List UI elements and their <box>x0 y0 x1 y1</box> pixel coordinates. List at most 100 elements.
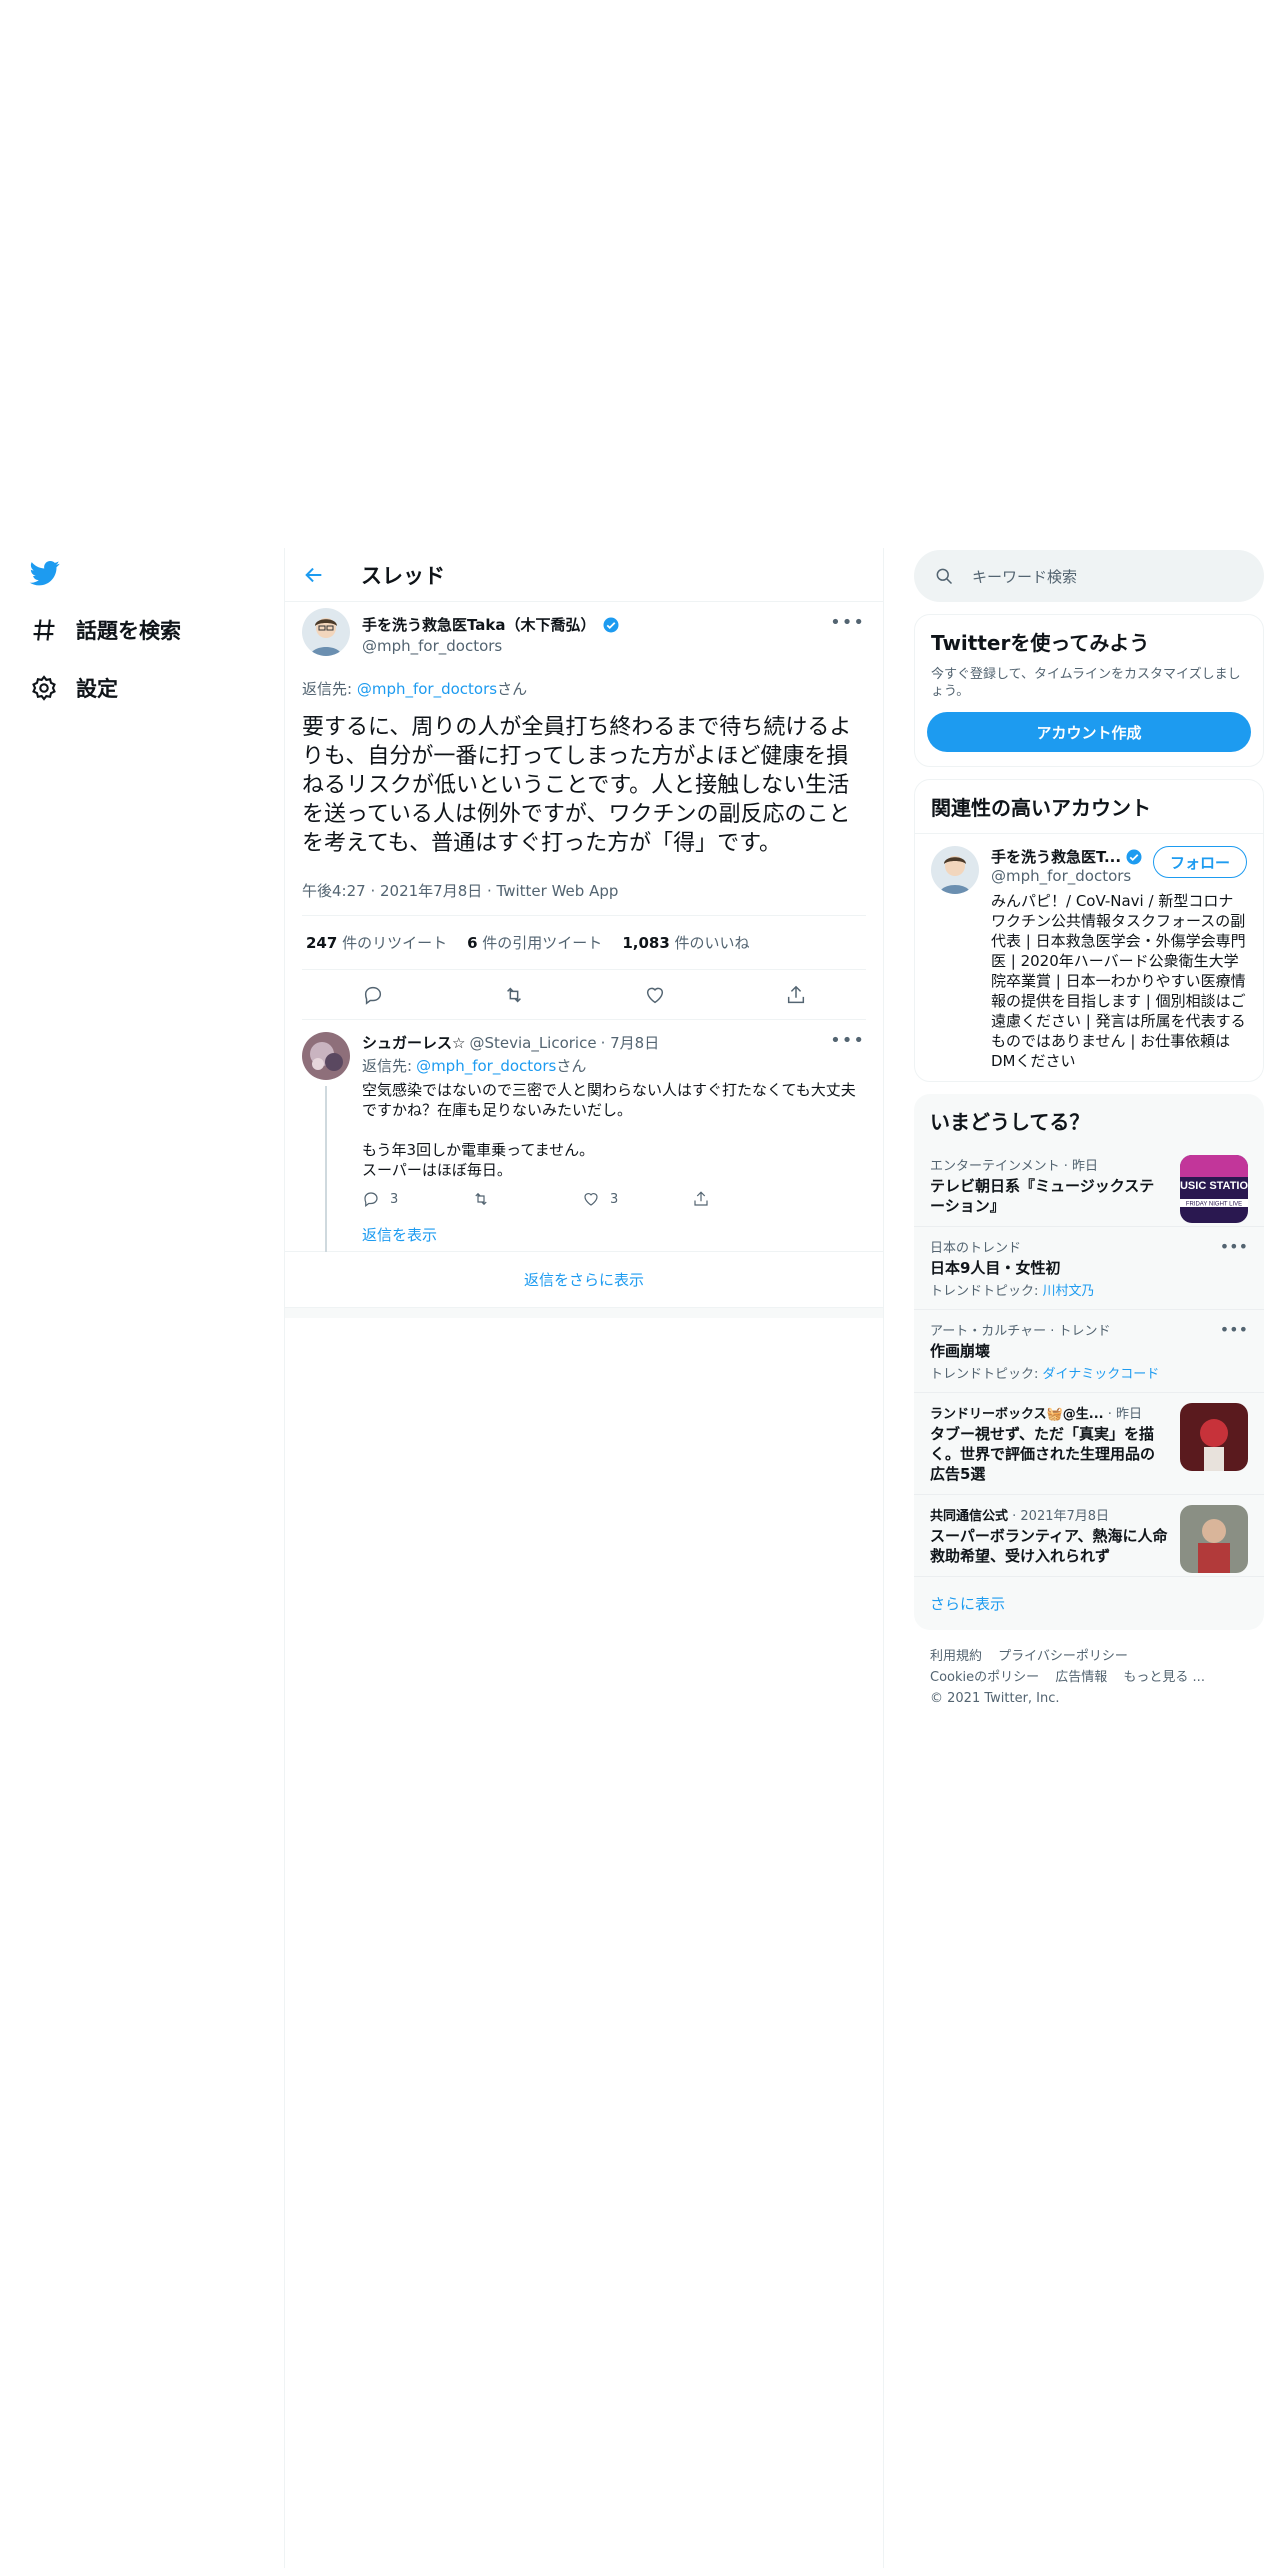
trend-item[interactable]: エンターテインメント · 昨日 テレビ朝日系『ミュージックステーション』 USI… <box>914 1145 1264 1226</box>
like-icon[interactable] <box>644 984 666 1006</box>
search-input[interactable]: キーワード検索 <box>972 566 1077 587</box>
retweet-count[interactable]: 247 件のリツイート <box>306 932 447 953</box>
reply-tweet: ••• シュガーレス☆ @Stevia_Licorice · 7月8日 返信先:… <box>285 1020 883 1252</box>
trend-topic-link[interactable]: 川村文乃 <box>1043 1284 1095 1299</box>
signup-card: Twitterを使ってみよう 今すぐ登録して、タイムラインをカスタマイズしましょ… <box>914 614 1264 767</box>
copyright: © 2021 Twitter, Inc. <box>930 1691 1060 1706</box>
reply-to-handle-link[interactable]: @mph_for_doctors <box>416 1057 556 1075</box>
avatar[interactable] <box>302 608 350 656</box>
gear-icon <box>32 675 56 701</box>
show-replies-link[interactable]: 返信を表示 <box>362 1224 866 1245</box>
retweet-icon[interactable] <box>503 984 525 1006</box>
avatar[interactable] <box>931 846 979 894</box>
footer-link-cookies[interactable]: Cookieのポリシー <box>930 1670 1039 1685</box>
page-title: スレッド <box>361 563 445 588</box>
related-bio: みんパピ！/ CoV-Navi / 新型コロナワクチン公共情報タスクフォースの副… <box>991 892 1246 1070</box>
trend-sub: トレンドトピック: <box>930 1284 1043 1299</box>
reply-date[interactable]: · 7月8日 <box>601 1032 660 1053</box>
nav-settings-label: 設定 <box>76 677 118 701</box>
trends-card: いまどうしてる？ エンターテインメント · 昨日 テレビ朝日系『ミュージックステ… <box>914 1094 1264 1630</box>
trend-item[interactable]: ランドリーボックス🧺@生... · 昨日 タブー視せず、ただ「真実」を描く。世界… <box>914 1392 1264 1494</box>
separator <box>285 1308 883 1318</box>
reply-to-prefix: 返信先: <box>362 1057 413 1075</box>
search-icon <box>936 568 953 585</box>
trend-name: 日本9人目・女性初 <box>930 1259 1061 1277</box>
thread-header: スレッド <box>285 548 883 602</box>
more-options-icon[interactable]: ••• <box>1220 1320 1248 1339</box>
right-sidebar: キーワード検索 Twitterを使ってみよう 今すぐ登録して、タイムラインをカス… <box>914 548 1264 1725</box>
verified-badge-icon <box>603 617 619 632</box>
hashtag-icon <box>33 619 55 641</box>
reply-like-button[interactable]: 3 <box>582 1190 692 1208</box>
trend-sub: トレンドトピック: <box>930 1367 1043 1382</box>
trend-category: アート・カルチャー · トレンド <box>930 1324 1111 1339</box>
thread-line <box>325 1086 327 1252</box>
music-station-logo-text: USIC STATIO <box>1180 1180 1248 1192</box>
trend-name: 作画崩壊 <box>930 1342 991 1360</box>
tweet-timestamp[interactable]: 午後4:27 · 2021年7月8日 · Twitter Web App <box>302 880 866 916</box>
reply-reply-count: 3 <box>390 1191 399 1207</box>
nav-explore[interactable]: 話題を検索 <box>30 610 181 650</box>
trend-thumbnail <box>1180 1505 1248 1573</box>
more-replies-button[interactable]: 返信をさらに表示 <box>285 1252 883 1308</box>
related-name[interactable]: 手を洗う救急医T... <box>991 846 1121 867</box>
tweet-actions <box>302 970 866 1020</box>
more-options-icon[interactable]: ••• <box>1220 1237 1248 1256</box>
signup-subtitle: 今すぐ登録して、タイムラインをカスタマイズしましょう。 <box>931 667 1241 699</box>
like-icon <box>584 1193 598 1206</box>
reply-to-handle-link[interactable]: @mph_for_doctors <box>357 680 497 698</box>
main-tweet: 手を洗う救急医Taka（木下喬弘） @mph_for_doctors ••• 返… <box>285 602 883 1020</box>
back-arrow-icon[interactable] <box>303 564 325 586</box>
tweet-text: 要するに、周りの人が全員打ち終わるまで待ち続けるよりも、自分が一番に打ってしまっ… <box>302 715 852 856</box>
trend-item[interactable]: 共同通信公式 · 2021年7月8日 スーパーボランティア、熱海に人命救助希望、… <box>914 1494 1264 1576</box>
share-icon <box>694 1191 708 1206</box>
reply-avatar[interactable] <box>302 1032 350 1080</box>
show-more-trends-link[interactable]: さらに表示 <box>914 1576 1264 1630</box>
search-box[interactable]: キーワード検索 <box>914 550 1264 602</box>
follow-button[interactable]: フォロー <box>1152 846 1247 878</box>
signup-title: Twitterを使ってみよう <box>931 631 1150 655</box>
trend-date: · 昨日 <box>1103 1407 1143 1422</box>
reply-to-suffix: さん <box>497 680 528 698</box>
quote-count[interactable]: 6 件の引用ツイート <box>467 932 602 953</box>
nav-settings[interactable]: 設定 <box>30 668 118 708</box>
reply-to-suffix: さん <box>556 1057 587 1075</box>
create-account-button[interactable]: アカウント作成 <box>927 712 1251 752</box>
author-handle[interactable]: @mph_for_doctors <box>362 637 620 655</box>
trend-thumbnail: USIC STATIO FRIDAY NIGHT LIVE <box>1180 1155 1248 1223</box>
reply-more-options-icon[interactable]: ••• <box>830 1030 865 1051</box>
reply-reply-button[interactable]: 3 <box>362 1190 472 1208</box>
footer-link-terms[interactable]: 利用規約 <box>930 1649 982 1664</box>
related-account[interactable]: 手を洗う救急医T... @mph_for_doctors フォロー みんパピ！/… <box>915 833 1263 1081</box>
reply-icon[interactable] <box>362 984 384 1006</box>
trend-category: 日本のトレンド <box>930 1241 1022 1256</box>
column-divider-right <box>883 548 884 2568</box>
reply-author-name[interactable]: シュガーレス☆ <box>362 1032 465 1053</box>
footer-link-privacy[interactable]: プライバシーポリシー <box>998 1649 1128 1664</box>
like-count[interactable]: 1,083 件のいいね <box>622 932 749 953</box>
tweet-stats: 247 件のリツイート 6 件の引用ツイート 1,083 件のいいね <box>302 916 866 970</box>
footer-link-more[interactable]: もっと見る ... <box>1123 1670 1205 1685</box>
nav-explore-label: 話題を検索 <box>76 619 181 643</box>
footer: 利用規約 プライバシーポリシー Cookieのポリシー 広告情報 もっと見る .… <box>914 1630 1264 1725</box>
trend-thumbnail <box>1180 1403 1248 1471</box>
reply-share-button[interactable] <box>692 1190 802 1208</box>
reply-icon <box>364 1192 378 1207</box>
reply-to-prefix: 返信先: <box>302 680 357 698</box>
trend-source: 共同通信公式 <box>930 1509 1009 1524</box>
reply-like-count: 3 <box>610 1191 619 1207</box>
trend-item[interactable]: アート・カルチャー · トレンド 作画崩壊 トレンドトピック: ダイナミックコー… <box>914 1309 1264 1392</box>
trend-item[interactable]: 日本のトレンド 日本9人目・女性初 トレンドトピック: 川村文乃 ••• <box>914 1226 1264 1309</box>
share-icon[interactable] <box>785 984 807 1006</box>
reply-retweet-button[interactable] <box>472 1190 582 1208</box>
twitter-logo-icon[interactable] <box>28 558 64 588</box>
author-name[interactable]: 手を洗う救急医Taka（木下喬弘） <box>362 614 596 635</box>
related-handle[interactable]: @mph_for_doctors <box>991 867 1143 885</box>
reply-author-handle[interactable]: @Stevia_Licorice <box>469 1034 596 1052</box>
more-options-icon[interactable]: ••• <box>830 612 865 633</box>
verified-badge-icon <box>1126 849 1142 864</box>
footer-link-ads[interactable]: 広告情報 <box>1055 1670 1107 1685</box>
trends-title: いまどうしてる？ <box>930 1110 1090 1134</box>
trend-topic-link[interactable]: ダイナミックコード <box>1043 1367 1160 1382</box>
trend-date: · 2021年7月8日 <box>1008 1509 1110 1524</box>
